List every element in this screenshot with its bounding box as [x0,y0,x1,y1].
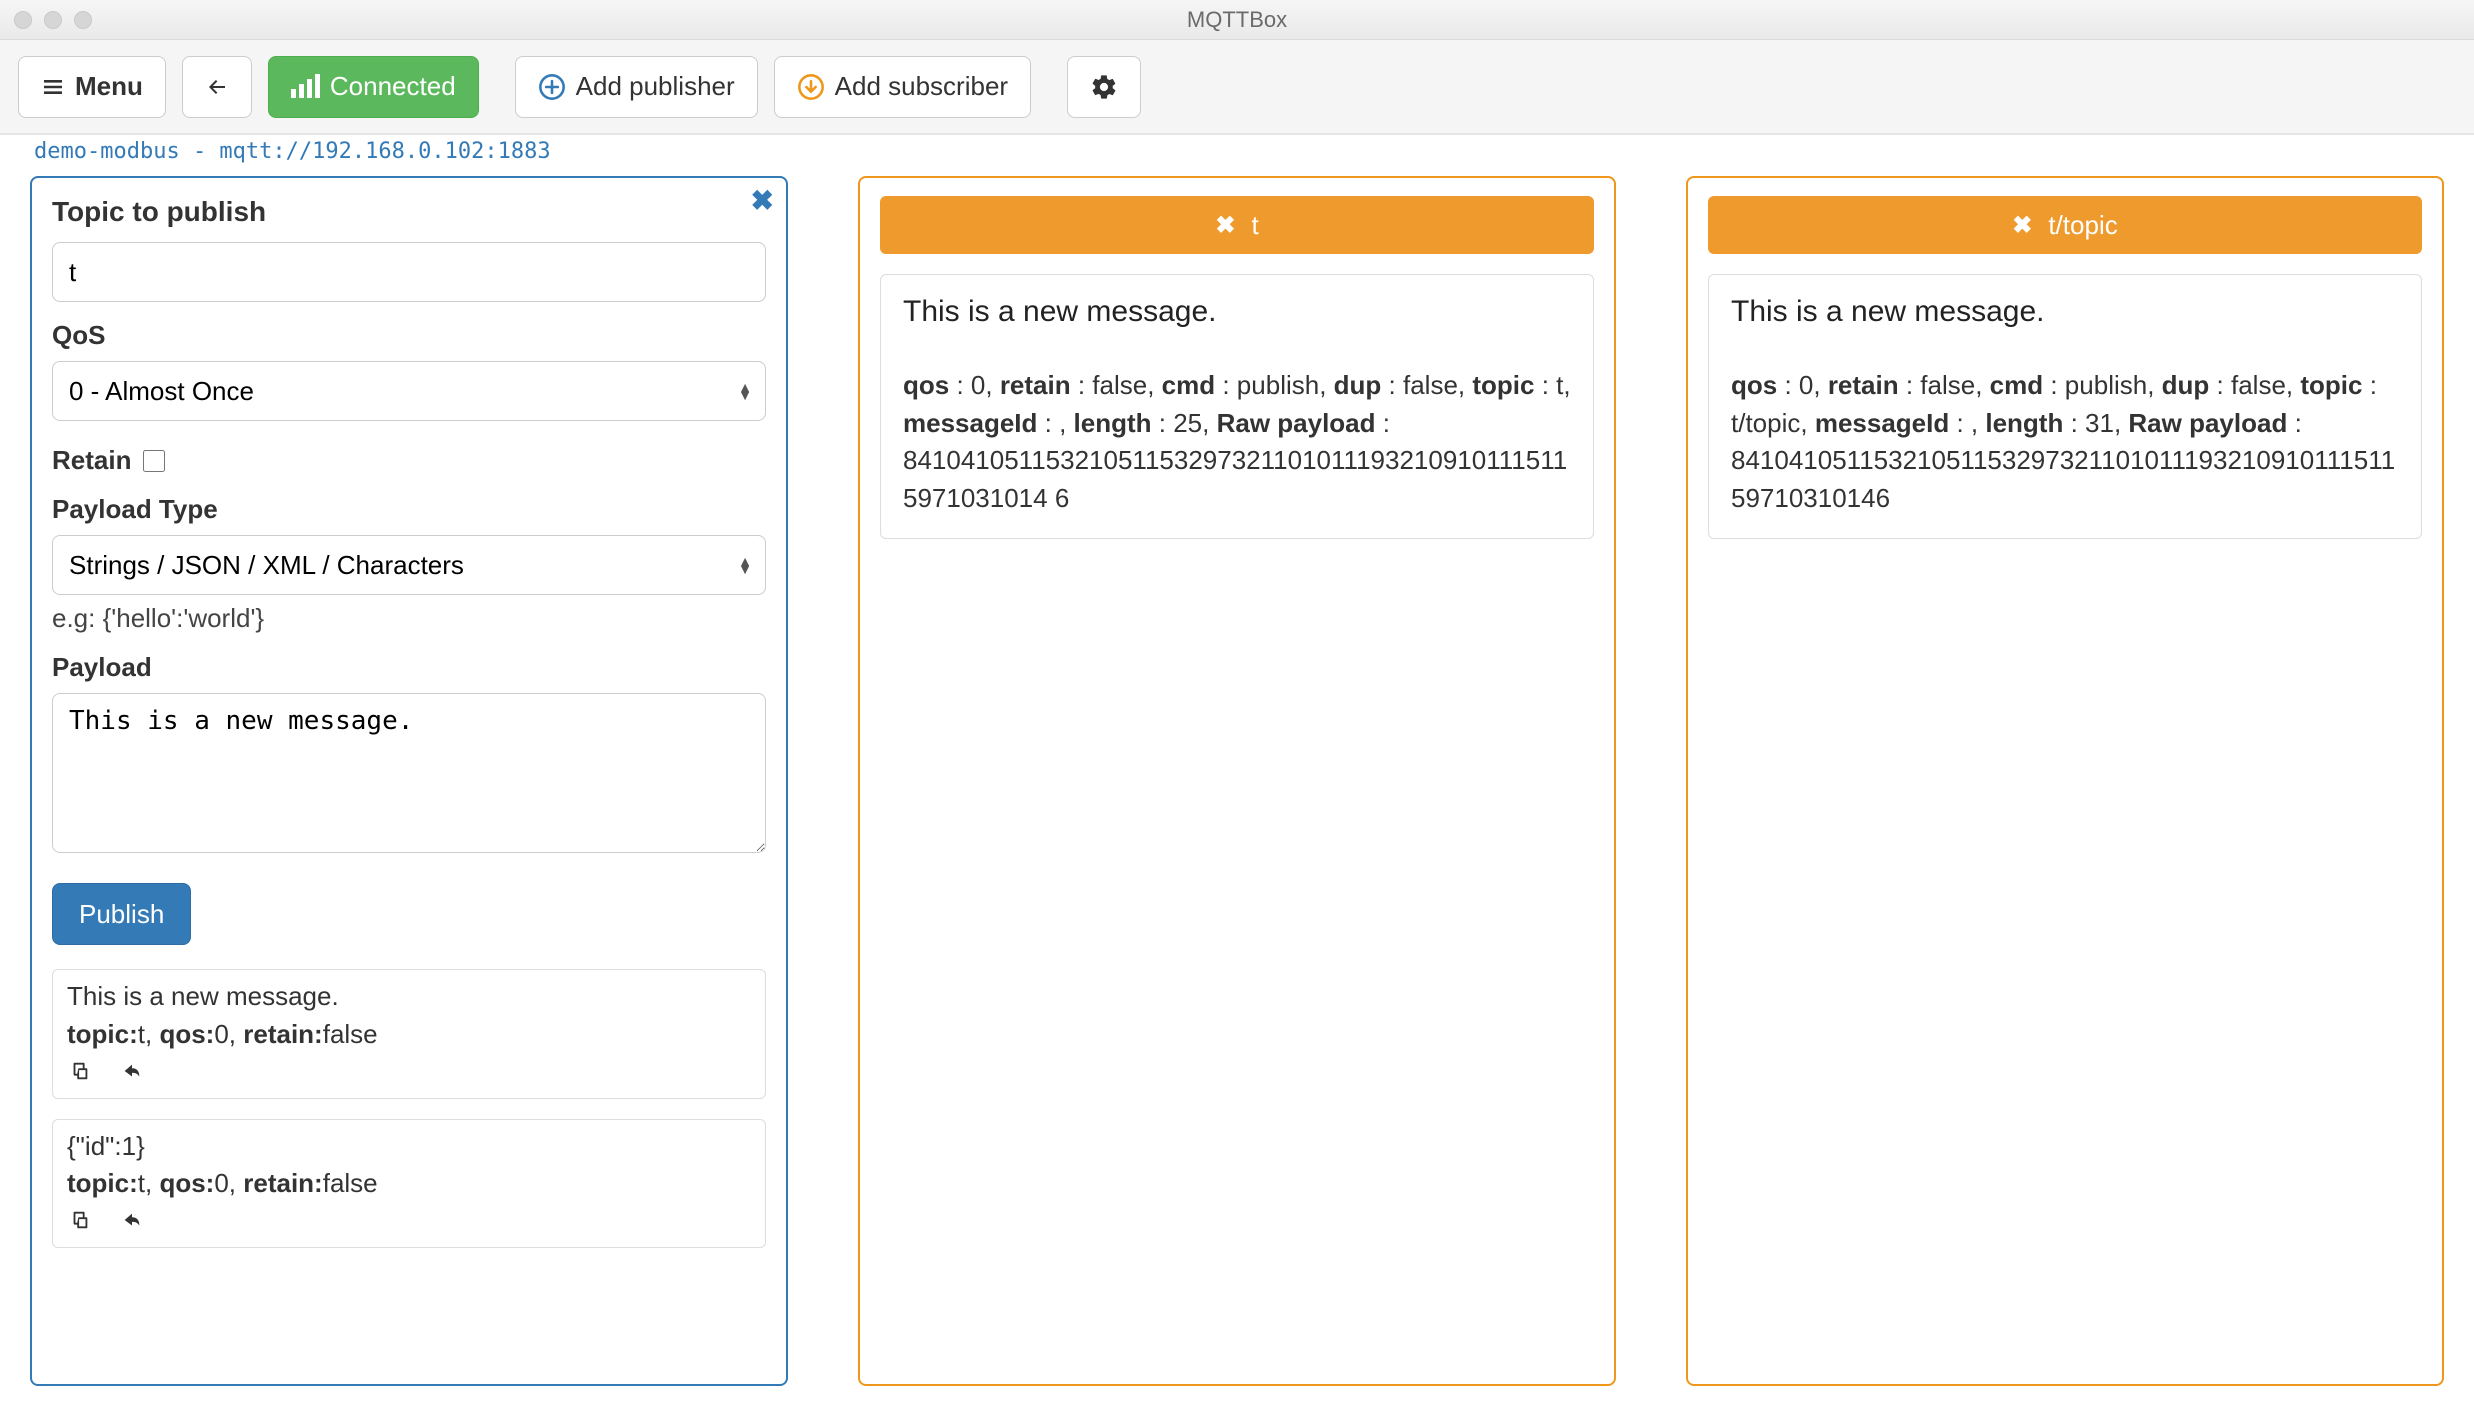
message-meta: qos : 0, retain : false, cmd : publish, … [903,367,1571,518]
download-circle-icon [797,73,825,101]
connection-status-button[interactable]: Connected [268,56,479,118]
topic-input[interactable] [52,242,766,302]
history-meta: topic:t, qos:0, retain:false [67,1167,751,1201]
close-icon[interactable]: ✖ [751,184,774,217]
toolbar: Menu Connected Add publisher Add subscri… [0,40,2474,135]
retain-checkbox[interactable] [143,450,165,472]
subscriber-header: ✖ t/topic [1708,196,2422,254]
window-titlebar: MQTTBox [0,0,2474,40]
settings-button[interactable] [1067,56,1141,118]
qos-label: QoS [52,320,766,351]
close-icon[interactable] [14,11,32,29]
content: ✖ Topic to publish QoS ▲▼ Retain Payload… [0,168,2474,1406]
subscriber-panel: ✖ t/topic This is a new message. qos : 0, r… [1686,176,2444,1386]
message-card: This is a new message. qos : 0, retain : … [1708,274,2422,539]
qos-select[interactable] [52,361,766,421]
plus-circle-icon [538,73,566,101]
history-body: This is a new message. [67,980,751,1014]
topic-to-publish-label: Topic to publish [52,196,766,228]
add-publisher-label: Add publisher [576,71,735,102]
message-body: This is a new message. [903,295,1571,329]
copy-icon[interactable] [67,1060,93,1082]
window-controls [14,11,92,29]
message-card: This is a new message. qos : 0, retain : … [880,274,1594,539]
subscriber-header: ✖t [880,196,1594,254]
payload-type-hint: e.g: {'hello':'world'} [52,603,766,634]
arrow-left-icon [205,75,229,99]
payload-input[interactable] [52,693,766,853]
window-title: MQTTBox [0,7,2474,33]
publish-history: This is a new message. topic:t, qos:0, re… [52,969,766,1248]
publisher-panel: ✖ Topic to publish QoS ▲▼ Retain Payload… [30,176,788,1386]
add-publisher-button[interactable]: Add publisher [515,56,758,118]
subscriber-topic: t [1251,210,1258,241]
history-item: {"id":1}topic:t, qos:0, retain:false [52,1119,766,1249]
copy-icon[interactable] [67,1209,93,1231]
close-icon[interactable]: ✖ [1215,211,1235,240]
subscriber-panel: ✖tThis is a new message.qos : 0, retain … [858,176,1616,1386]
menu-label: Menu [75,71,143,102]
message-body: This is a new message. [1731,295,2399,329]
connection-line: demo-modbus - mqtt://192.168.0.102:1883 [0,135,2474,168]
payload-type-label: Payload Type [52,494,766,525]
menu-button[interactable]: Menu [18,56,166,118]
history-item: This is a new message. topic:t, qos:0, re… [52,969,766,1099]
close-icon[interactable]: ✖ [2012,211,2032,240]
hamburger-icon [41,75,65,99]
payload-label: Payload [52,652,766,683]
gear-icon [1090,73,1118,101]
add-subscriber-button[interactable]: Add subscriber [774,56,1031,118]
add-subscriber-label: Add subscriber [835,71,1008,102]
republish-icon[interactable] [119,1060,145,1082]
subscriber-topic: t/topic [2048,210,2117,241]
payload-type-select[interactable] [52,535,766,595]
maximize-icon[interactable] [74,11,92,29]
minimize-icon[interactable] [44,11,62,29]
history-meta: topic:t, qos:0, retain:false [67,1018,751,1052]
history-body: {"id":1} [67,1130,751,1164]
retain-label: Retain [52,445,131,476]
publish-button[interactable]: Publish [52,883,191,945]
back-button[interactable] [182,56,252,118]
connection-status-label: Connected [330,71,456,102]
message-meta: qos : 0, retain : false, cmd : publish, … [1731,367,2399,518]
signal-icon [291,76,320,98]
republish-icon[interactable] [119,1209,145,1231]
